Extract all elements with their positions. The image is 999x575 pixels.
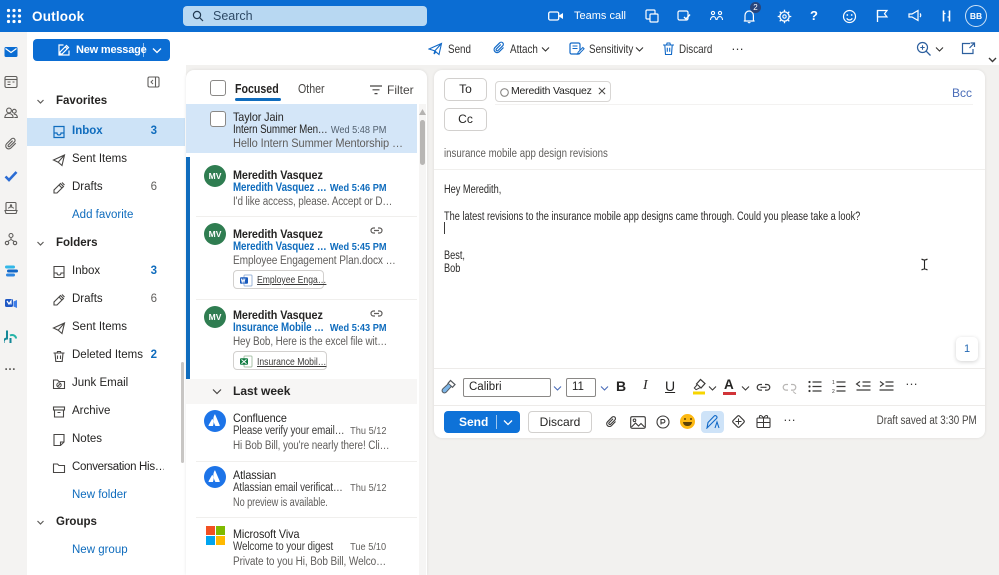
svg-text:1: 1 bbox=[832, 380, 835, 386]
svg-text:2: 2 bbox=[832, 389, 835, 393]
